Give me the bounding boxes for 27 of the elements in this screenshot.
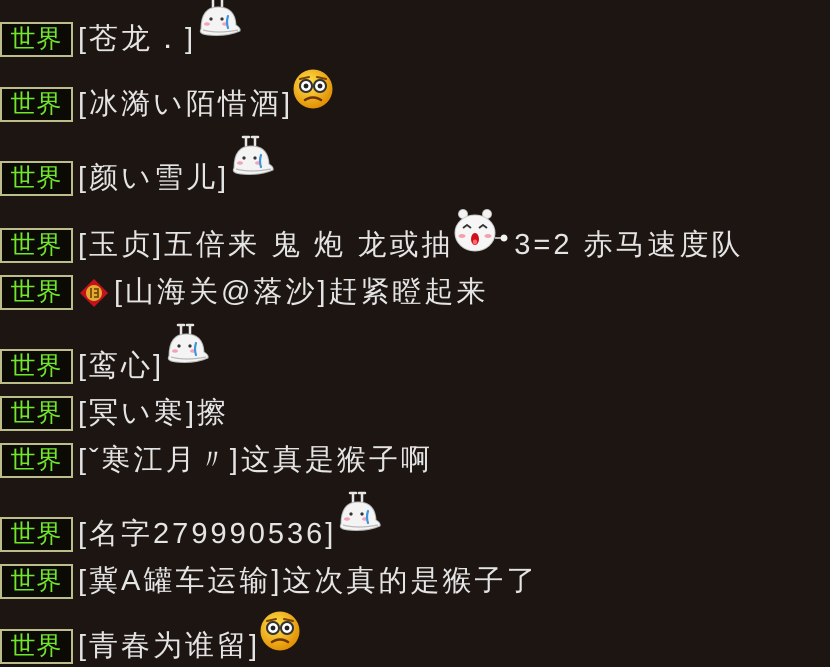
shocked-face-icon <box>293 69 334 109</box>
channel-tag: 世界 <box>0 161 73 196</box>
chat-message: [玉贞]五倍来 鬼 炮 龙或抽 <box>78 228 454 263</box>
chat-message: [颜い雪儿] <box>78 161 230 196</box>
diamond-emblem-icon <box>79 278 109 308</box>
channel-tag: 世界 <box>0 629 73 664</box>
channel-tag: 世界 <box>0 228 73 263</box>
channel-tag: 世界 <box>0 517 73 552</box>
chat-message: [山海关@落沙]赶紧瞪起来 <box>114 275 489 310</box>
channel-tag: 世界 <box>0 564 73 599</box>
shocked-face-icon <box>260 611 300 651</box>
chat-message: [ˇ寒江月〃]这真是猴子啊 <box>78 443 433 478</box>
channel-tag: 世界 <box>0 275 73 310</box>
chat-message: [冥い寒]擦 <box>78 396 230 431</box>
channel-tag: 世界 <box>0 349 73 384</box>
chat-message: 3=2 赤马速度队 <box>514 228 744 263</box>
chat-message: [青春为谁留] <box>78 629 260 664</box>
chat-message: [冀A罐车运输]这次真的是猴子了 <box>78 564 538 599</box>
channel-tag: 世界 <box>0 87 73 122</box>
channel-tag: 世界 <box>0 443 73 478</box>
channel-tag: 世界 <box>0 396 73 431</box>
laughing-bear-icon <box>453 208 510 252</box>
chat-message: [鸾心] <box>78 349 164 384</box>
chat-message: [名字279990536] <box>78 517 336 552</box>
chat-message: [苍龙．] <box>78 22 196 57</box>
channel-tag: 世界 <box>0 22 73 57</box>
chat-message: [冰漪い陌惜酒] <box>78 87 294 122</box>
